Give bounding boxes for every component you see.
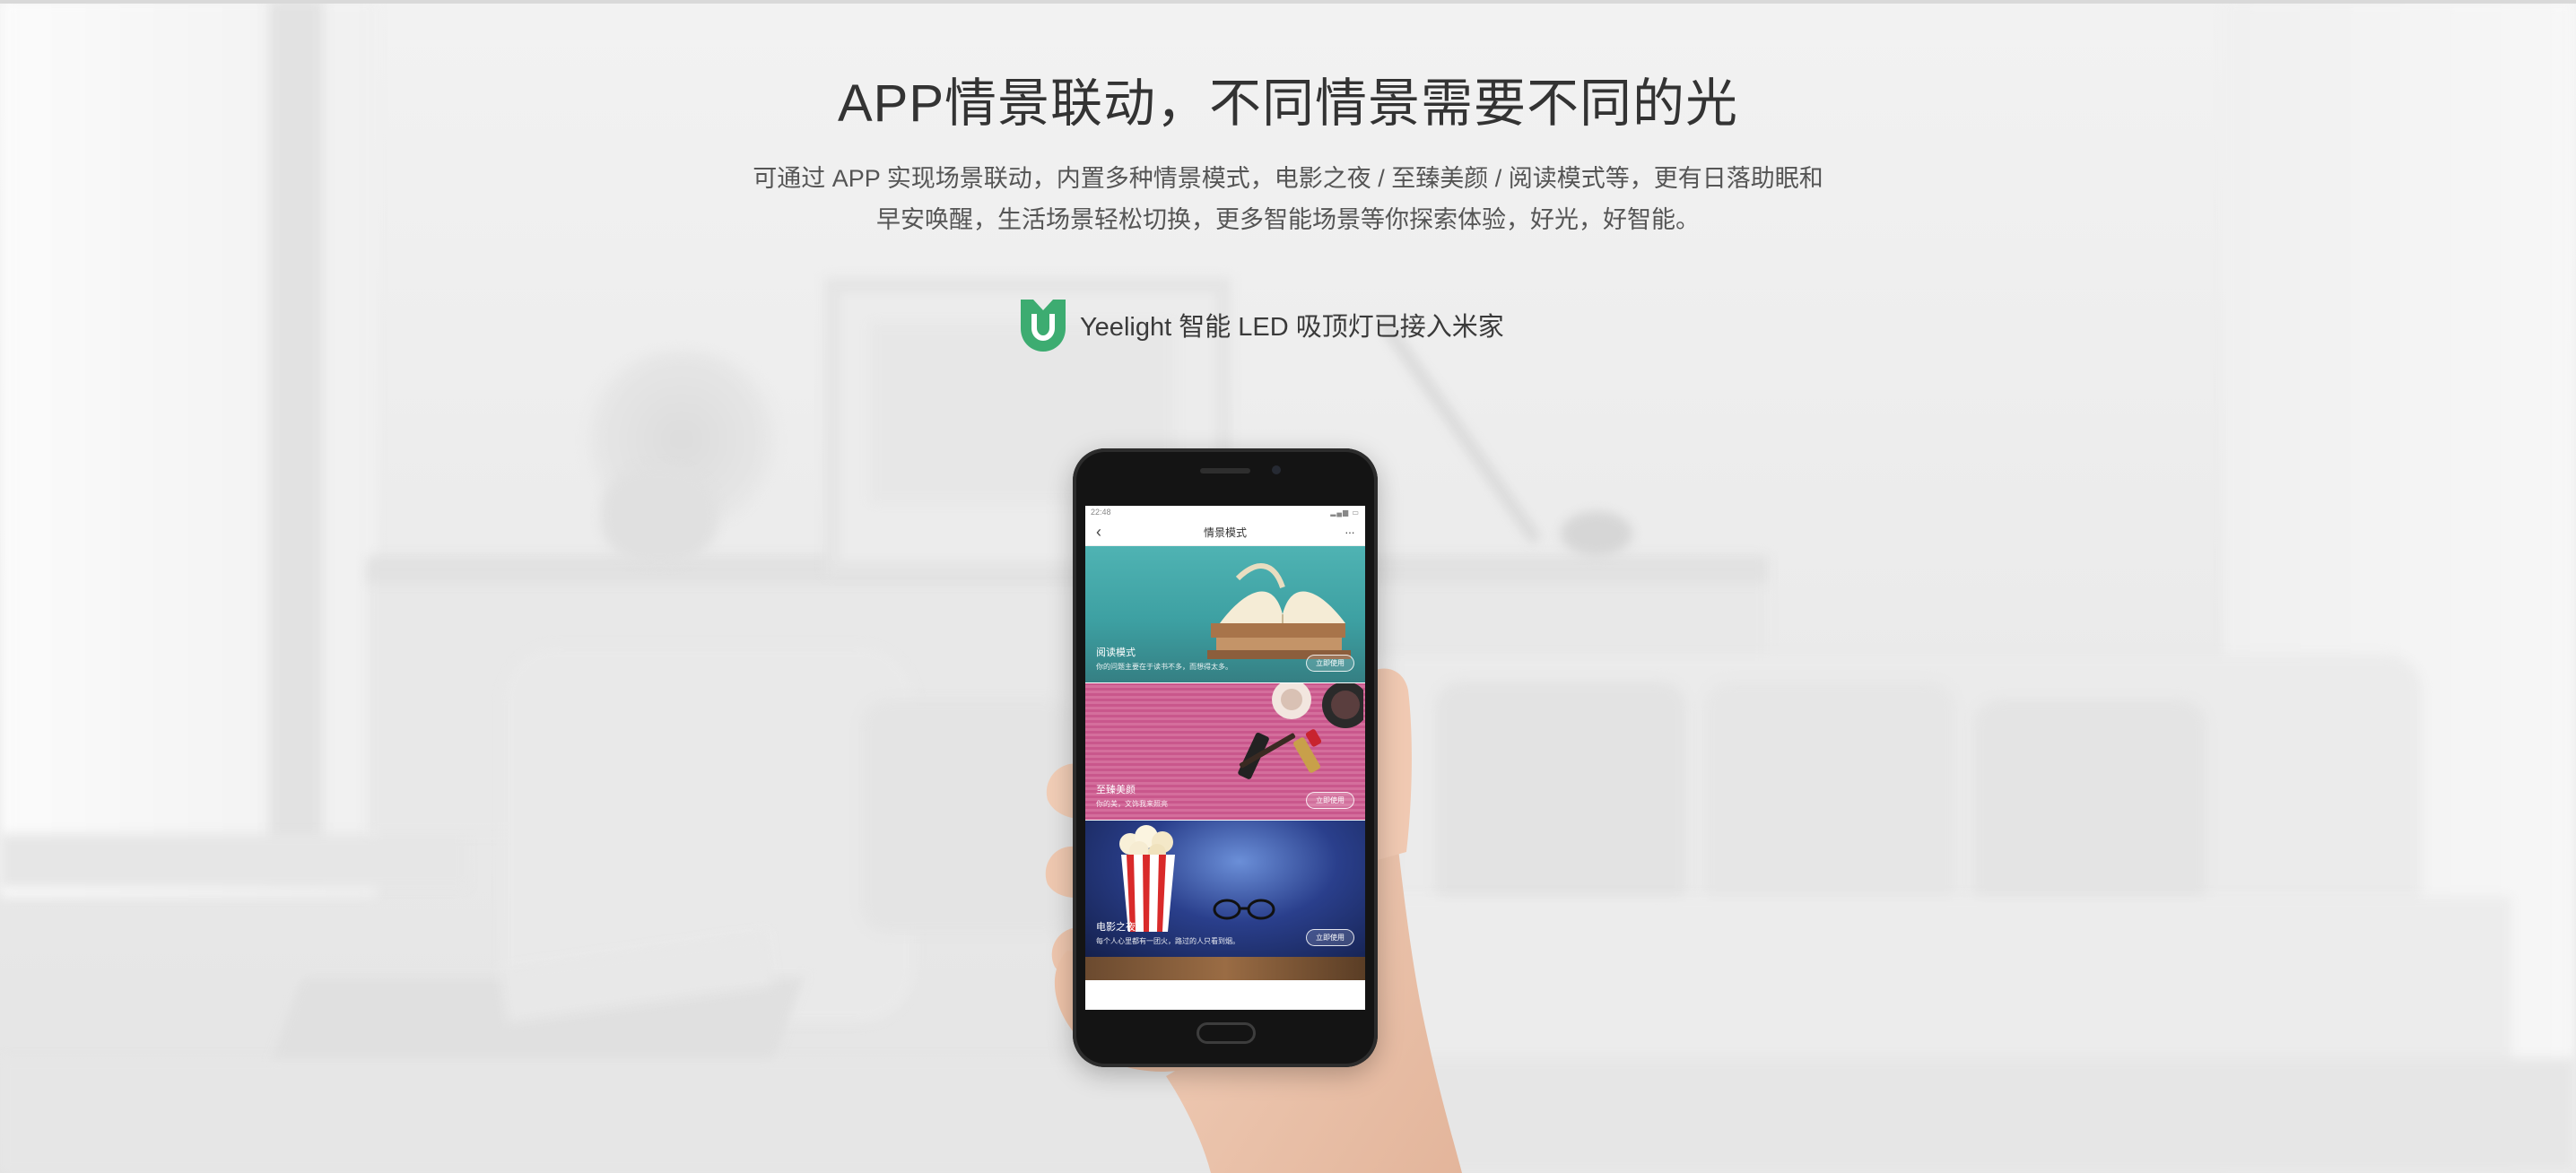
page-description: 可通过 APP 实现场景联动，内置多种情景模式，电影之夜 / 至臻美颜 / 阅读… — [0, 158, 2576, 240]
mijia-logo-icon — [1021, 300, 1066, 352]
scene-label: 电影之夜 — [1096, 922, 1136, 933]
phone-screen: 22:48 ▂▄▆ ▭ ‹ 情景模式 ··· 阅读模式 你的问题主要在于读书不多… — [1085, 506, 1365, 1010]
description-line-2: 早安唤醒，生活场景轻松切换，更多智能场景等你探索体验，好光，好智能。 — [876, 206, 1700, 233]
scene-label: 至臻美颜 — [1096, 785, 1136, 795]
scene-subtitle: 你的美，文饰我来照亮 — [1096, 800, 1168, 808]
next-card-peek — [1085, 957, 1365, 980]
status-bar: 22:48 ▂▄▆ ▭ — [1085, 506, 1365, 518]
page-title: APP情景联动，不同情景需要不同的光 — [837, 74, 1739, 133]
use-now-button[interactable]: 立即使用 — [1306, 792, 1354, 809]
signal-battery-icon: ▂▄▆ ▭ — [1330, 508, 1360, 517]
scene-card-reading[interactable]: 阅读模式 你的问题主要在于读书不多，而想得太多。 立即使用 — [1085, 546, 1365, 682]
front-camera — [1272, 465, 1281, 474]
open-book-illustration — [1207, 563, 1351, 659]
phone-earpiece — [1200, 468, 1250, 474]
chevron-left-icon[interactable]: ‹ — [1096, 523, 1114, 542]
use-now-button[interactable]: 立即使用 — [1306, 655, 1354, 672]
scene-label: 阅读模式 — [1096, 647, 1136, 658]
status-time: 22:48 — [1091, 508, 1111, 517]
use-now-button[interactable]: 立即使用 — [1306, 929, 1354, 946]
app-title: 情景模式 — [1203, 526, 1247, 539]
scene-card-beauty[interactable]: 至臻美颜 你的美，文饰我来照亮 立即使用 — [1085, 683, 1365, 820]
smartphone: 22:48 ▂▄▆ ▭ ‹ 情景模式 ··· 阅读模式 你的问题主要在于读书不多… — [1073, 448, 1378, 1067]
app-header: ‹ 情景模式 ··· — [1085, 518, 1365, 546]
scene-card-movie[interactable]: 电影之夜 每个人心里都有一团火，路过的人只看到烟。 立即使用 — [1085, 821, 1365, 957]
more-dots-icon[interactable]: ··· — [1336, 525, 1355, 539]
scene-subtitle: 你的问题主要在于读书不多，而想得太多。 — [1096, 663, 1232, 671]
scene-subtitle: 每个人心里都有一团火，路过的人只看到烟。 — [1096, 937, 1240, 945]
glasses-illustration — [1213, 899, 1275, 920]
description-line-1: 可通过 APP 实现场景联动，内置多种情景模式，电影之夜 / 至臻美颜 / 阅读… — [753, 165, 1823, 192]
badge-text: Yeelight 智能 LED 吸顶灯已接入米家 — [1080, 313, 1504, 342]
home-button[interactable] — [1197, 1022, 1256, 1044]
mijia-badge: Yeelight 智能 LED 吸顶灯已接入米家 — [1017, 296, 1504, 353]
